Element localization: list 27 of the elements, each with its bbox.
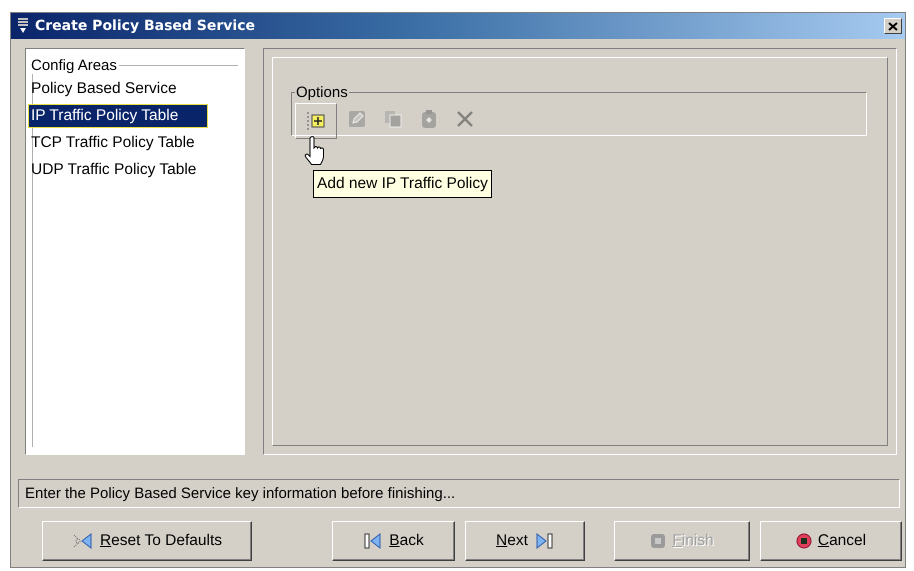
cancel-button[interactable]: Cancel bbox=[760, 521, 902, 561]
clipboard-icon bbox=[419, 109, 439, 129]
close-button[interactable] bbox=[884, 18, 902, 34]
next-button[interactable]: Next bbox=[465, 521, 585, 561]
reset-button[interactable]: Reset To Defaults bbox=[42, 521, 252, 561]
back-button[interactable]: Back bbox=[332, 521, 455, 561]
stop-icon bbox=[650, 533, 666, 549]
add-tool-button[interactable] bbox=[295, 103, 337, 139]
list-item[interactable]: TCP Traffic Policy Table bbox=[28, 131, 198, 155]
reset-icon bbox=[72, 532, 94, 550]
add-icon bbox=[305, 111, 327, 131]
stop-icon bbox=[796, 533, 812, 549]
group-title: Config Areas bbox=[30, 57, 118, 74]
close-icon bbox=[888, 22, 898, 30]
next-icon bbox=[534, 532, 554, 550]
tooltip: Add new IP Traffic Policy bbox=[313, 170, 492, 198]
status-bar: Enter the Policy Based Service key information before finishing... bbox=[18, 479, 900, 508]
copy-icon bbox=[383, 109, 403, 129]
list-item[interactable]: Policy Based Service bbox=[28, 77, 180, 101]
app-icon bbox=[16, 17, 30, 35]
list-item[interactable]: IP Traffic Policy Table bbox=[28, 104, 208, 128]
group-title: Options bbox=[295, 84, 349, 101]
list-item[interactable]: UDP Traffic Policy Table bbox=[28, 158, 200, 182]
edit-icon bbox=[347, 109, 367, 129]
delete-icon bbox=[455, 109, 475, 129]
window-title: Create Policy Based Service bbox=[35, 18, 256, 34]
back-icon bbox=[363, 532, 384, 550]
